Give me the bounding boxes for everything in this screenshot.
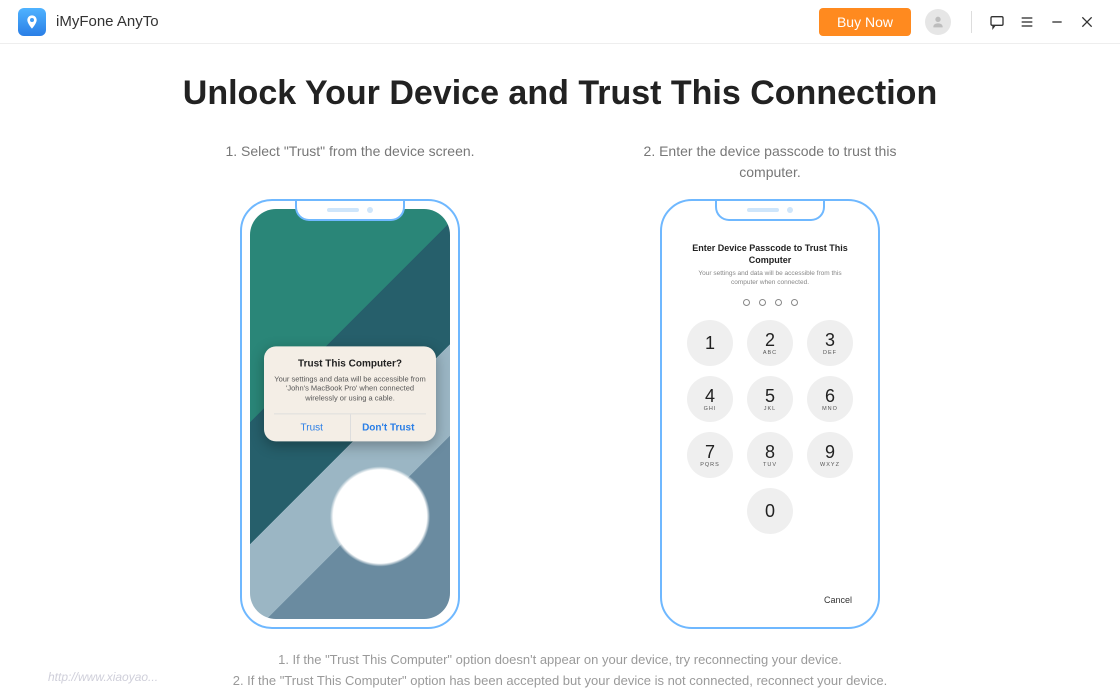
close-icon[interactable] xyxy=(1072,7,1102,37)
note-line-1: 1. If the "Trust This Computer" option d… xyxy=(0,650,1120,671)
phone-notch-icon xyxy=(715,201,825,221)
phone-2-screen: Enter Device Passcode to Trust This Comp… xyxy=(670,209,870,619)
app-logo-icon xyxy=(18,8,46,36)
key-9: 9WXYZ xyxy=(807,432,853,478)
key-5: 5JKL xyxy=(747,376,793,422)
step-1: 1. Select "Trust" from the device screen… xyxy=(200,141,500,629)
key-blank-left xyxy=(687,488,733,534)
key-8: 8TUV xyxy=(747,432,793,478)
passcode-title: Enter Device Passcode to Trust This Comp… xyxy=(670,243,870,266)
main-content: Unlock Your Device and Trust This Connec… xyxy=(0,44,1120,629)
trust-dialog-title: Trust This Computer? xyxy=(274,358,426,369)
trust-dialog: Trust This Computer? Your settings and d… xyxy=(264,346,436,441)
key-6: 6MNO xyxy=(807,376,853,422)
phone-1-screen: Trust This Computer? Your settings and d… xyxy=(250,209,450,619)
dont-trust-button: Don't Trust xyxy=(351,414,427,441)
phone-notch-icon xyxy=(295,201,405,221)
account-avatar-icon[interactable] xyxy=(925,9,951,35)
key-blank-right xyxy=(807,488,853,534)
page-title: Unlock Your Device and Trust This Connec… xyxy=(40,74,1080,113)
phone-mockup-2: Enter Device Passcode to Trust This Comp… xyxy=(660,199,880,629)
buy-now-button[interactable]: Buy Now xyxy=(819,8,911,36)
keypad: 1 2ABC 3DEF 4GHI 5JKL 6MNO 7PQRS 8TUV 9W… xyxy=(670,320,870,534)
steps-row: 1. Select "Trust" from the device screen… xyxy=(40,141,1080,629)
key-1: 1 xyxy=(687,320,733,366)
divider xyxy=(971,11,972,33)
passcode-dots xyxy=(670,299,870,306)
passcode-cancel: Cancel xyxy=(824,595,852,605)
trust-button: Trust xyxy=(274,414,351,441)
feedback-icon[interactable] xyxy=(982,7,1012,37)
key-7: 7PQRS xyxy=(687,432,733,478)
menu-icon[interactable] xyxy=(1012,7,1042,37)
key-4: 4GHI xyxy=(687,376,733,422)
note-line-2: 2. If the "Trust This Computer" option h… xyxy=(0,671,1120,692)
footer-notes: 1. If the "Trust This Computer" option d… xyxy=(0,650,1120,692)
minimize-icon[interactable] xyxy=(1042,7,1072,37)
key-0: 0 xyxy=(747,488,793,534)
titlebar: iMyFone AnyTo Buy Now xyxy=(0,0,1120,44)
step-2-caption: 2. Enter the device passcode to trust th… xyxy=(620,141,920,183)
key-3: 3DEF xyxy=(807,320,853,366)
phone-mockup-1: Trust This Computer? Your settings and d… xyxy=(240,199,460,629)
app-name: iMyFone AnyTo xyxy=(56,13,159,30)
step-2: 2. Enter the device passcode to trust th… xyxy=(620,141,920,629)
key-2: 2ABC xyxy=(747,320,793,366)
passcode-subtitle: Your settings and data will be accessibl… xyxy=(670,266,870,287)
trust-dialog-body: Your settings and data will be accessibl… xyxy=(274,374,426,403)
step-1-caption: 1. Select "Trust" from the device screen… xyxy=(200,141,500,183)
watermark-text: http://www.xiaoyao... xyxy=(48,670,158,684)
